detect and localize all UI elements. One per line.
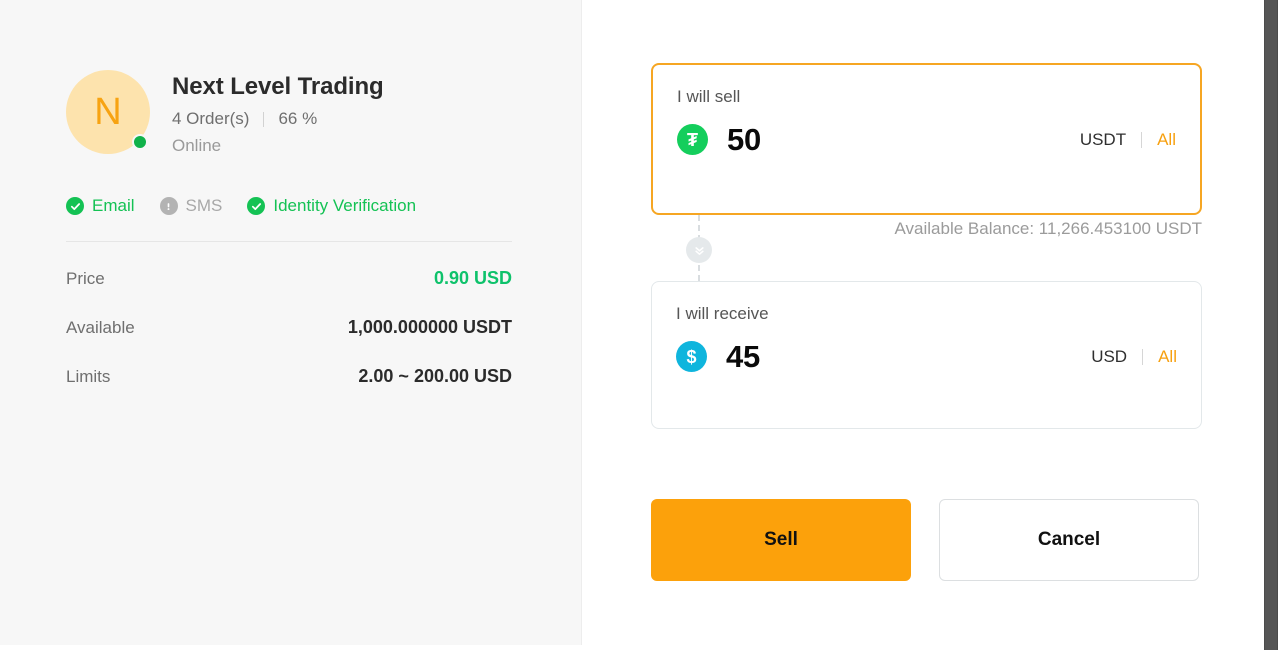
usdt-coin-glyph: ₮ [687, 129, 698, 150]
stats-divider [263, 111, 265, 127]
detail-label-available: Available [66, 318, 135, 337]
usd-coin-glyph: $ [686, 346, 697, 367]
online-status-dot [132, 134, 148, 150]
sell-amount-input[interactable]: 50 [727, 124, 761, 155]
verification-badges: Email SMS Identity Verification [66, 196, 416, 216]
usdt-coin-icon: ₮ [677, 124, 708, 156]
verification-email: Email [66, 196, 135, 216]
receive-amount-group: $ 45 [676, 341, 760, 373]
detail-row-limits: Limits 2.00 ~ 200.00 USD [66, 366, 512, 415]
receive-currency-code: USD [1091, 346, 1128, 366]
detail-value-price: 0.90 USD [433, 268, 512, 288]
avatar: N [66, 70, 150, 154]
available-balance-text: Available Balance: 11,266.453100 USDT [894, 219, 1202, 238]
check-circle-icon [66, 197, 84, 215]
merchant-order-count: 4 Order(s) [172, 109, 250, 128]
cancel-button[interactable]: Cancel [939, 499, 1199, 581]
verification-email-label: Email [92, 196, 135, 215]
merchant-meta: Next Level Trading 4 Order(s) 66 % Onlin… [172, 70, 384, 157]
receive-amount-input[interactable]: 45 [726, 341, 760, 372]
check-circle-icon [247, 197, 266, 215]
receive-card-body: $ 45 USD All [676, 341, 1177, 373]
verification-sms-label: SMS [185, 196, 223, 215]
verification-identity-label: Identity Verification [273, 196, 417, 215]
receive-card-label: I will receive [676, 304, 769, 323]
sell-currency-group: USDT All [1080, 130, 1176, 150]
sell-amount-card[interactable]: I will sell ₮ 50 USDT All [651, 63, 1202, 215]
form-actions: Sell Cancel [651, 499, 1199, 581]
verification-sms: SMS [159, 196, 223, 216]
receive-currency-group: USD All [1091, 347, 1177, 367]
merchant-stats: 4 Order(s) 66 % [172, 109, 384, 129]
detail-value-limits: 2.00 ~ 200.00 USD [358, 366, 512, 386]
usd-coin-icon: $ [676, 341, 707, 373]
sell-currency-code: USDT [1079, 129, 1127, 149]
detail-value-available: 1,000.000000 USDT [347, 317, 512, 337]
receive-all-button[interactable]: All [1158, 347, 1177, 367]
receive-amount-card[interactable]: I will receive $ 45 USD All [651, 281, 1202, 429]
currency-divider [1142, 348, 1144, 365]
detail-row-available: Available 1,000.000000 USDT [66, 317, 512, 366]
detail-row-price: Price 0.90 USD [66, 268, 512, 317]
exclamation-circle-icon [159, 197, 178, 215]
detail-label-price: Price [66, 269, 105, 288]
currency-divider [1141, 131, 1143, 148]
scrollbar-thumb[interactable] [1265, 0, 1277, 650]
sell-button[interactable]: Sell [651, 499, 911, 581]
exchange-form-panel: I will sell ₮ 50 USDT All Available Bala… [582, 0, 1264, 650]
verification-identity: Identity Verification [247, 196, 416, 216]
page-scrollbar[interactable] [1264, 0, 1278, 650]
sell-amount-group: ₮ 50 [677, 124, 761, 156]
sell-card-label: I will sell [677, 87, 741, 106]
merchant-name: Next Level Trading [172, 73, 384, 100]
sell-card-body: ₮ 50 USDT All [677, 124, 1176, 156]
detail-label-limits: Limits [66, 367, 111, 386]
double-chevron-down-icon[interactable] [686, 237, 712, 263]
sell-all-button[interactable]: All [1157, 130, 1176, 150]
merchant-online-status: Online [172, 136, 222, 156]
section-divider [66, 241, 512, 242]
merchant-panel: N Next Level Trading 4 Order(s) 66 % Onl… [0, 0, 582, 645]
p2p-order-screen: N Next Level Trading 4 Order(s) 66 % Onl… [0, 0, 1278, 650]
merchant-completion-rate: 66 % [278, 109, 318, 128]
merchant-header: N Next Level Trading 4 Order(s) 66 % Onl… [66, 70, 384, 157]
offer-details: Price 0.90 USD Available 1,000.000000 US… [66, 268, 512, 415]
